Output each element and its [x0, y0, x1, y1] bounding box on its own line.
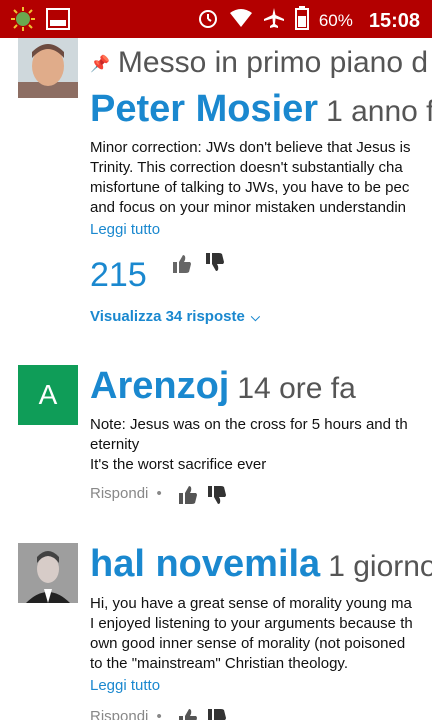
read-more-link[interactable]: Leggi tutto [90, 677, 160, 694]
clock: 15:08 [368, 9, 420, 32]
status-bar: 60% 15:08 [0, 0, 432, 38]
wifi-icon [229, 8, 253, 34]
alarm-icon [197, 7, 219, 35]
comment-header: hal novemila 1 giorno [90, 543, 432, 586]
reply-button[interactable]: Rispondi [90, 485, 148, 502]
thumbs-down-icon[interactable] [205, 252, 225, 272]
thumbs-up-icon[interactable] [178, 708, 198, 720]
app-notification-icon [10, 6, 36, 37]
thumbs-up-icon[interactable] [178, 485, 198, 505]
comment-header: Arenzoj 14 ore fa [90, 365, 356, 408]
comment-body: Minor correction: JWs don't believe that… [90, 139, 411, 216]
comment-time: 14 ore fa [237, 372, 356, 405]
avatar-letter: A [38, 379, 58, 410]
battery-percent: 60% [318, 11, 353, 30]
comment-time: 1 anno fa [326, 95, 432, 128]
thumbs-down-icon[interactable] [207, 485, 227, 505]
avatar[interactable] [18, 38, 78, 98]
like-count: 215 [90, 256, 147, 294]
separator-dot: • [156, 485, 162, 502]
separator-dot: • [156, 708, 162, 720]
thumbs-down-icon[interactable] [207, 708, 227, 720]
pinned-label: 📌 Messo in primo piano d [90, 46, 429, 79]
comment-author[interactable]: hal novemila [90, 543, 320, 585]
comment-time: 1 giorno [328, 550, 432, 583]
read-more-link[interactable]: Leggi tutto [90, 221, 160, 238]
reply-row: Rispondi • [90, 485, 166, 502]
view-replies-button[interactable]: Visualizza 34 risposte ⌵ [90, 308, 260, 325]
reply-button[interactable]: Rispondi [90, 708, 148, 720]
reply-row: Rispondi • [90, 708, 166, 720]
pin-icon: 📌 [90, 56, 110, 74]
airplane-mode-icon [263, 7, 285, 35]
comment-body: Hi, you have a great sense of morality y… [90, 595, 413, 672]
comments-list: 📌 Messo in primo piano d Peter Mosier 1 an… [0, 38, 432, 720]
comment-body: Note: Jesus was on the cross for 5 hours… [90, 416, 408, 473]
gallery-notification-icon [46, 8, 70, 35]
comment-author[interactable]: Peter Mosier [90, 88, 318, 130]
thumbs-up-icon[interactable] [172, 254, 192, 274]
chevron-down-icon: ⌵ [250, 310, 260, 324]
avatar[interactable] [18, 543, 78, 603]
avatar[interactable]: A [18, 365, 78, 425]
comment-header: Peter Mosier1 anno fa [90, 88, 432, 131]
battery-icon [294, 6, 309, 36]
comment-author[interactable]: Arenzoj [90, 365, 229, 407]
